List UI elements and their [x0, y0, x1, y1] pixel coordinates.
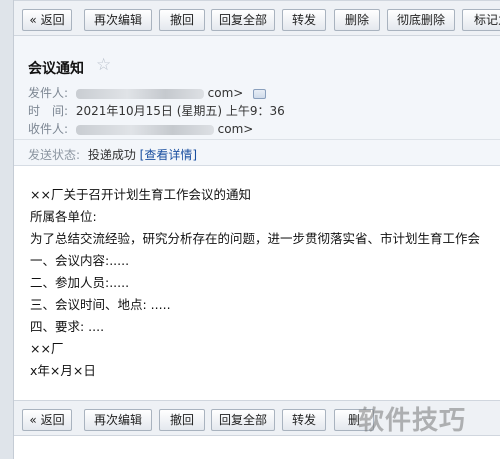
recipient-row: 收件人: com> [28, 120, 253, 137]
bottom-forward-button[interactable]: 转发 [282, 409, 326, 431]
body-line: ××厂关于召开计划生育工作会议的通知 [30, 187, 251, 202]
time-label: 时 间: [28, 104, 69, 118]
watermark-text: 软件技巧 [358, 406, 467, 436]
sender-label: 发件人: [28, 86, 69, 100]
delete-button[interactable]: 删除 [334, 9, 380, 31]
status-row: 发送状态: 投递成功 [查看详情] [28, 146, 197, 163]
body-line: 为了总结交流经验，研究分析存在的问题，进一步贯彻落实省、市计划生育工作会 [30, 231, 481, 246]
body-line: x年×月×日 [30, 363, 96, 378]
mail-header: 会议通知 ☆ 发件人: com> 时 间: 2021年10月15日 (星期五) … [14, 36, 500, 166]
body-line: 所属各单位: [30, 209, 97, 224]
left-rail [0, 0, 14, 459]
recall-button[interactable]: 撤回 [159, 9, 205, 31]
star-icon[interactable]: ☆ [96, 55, 111, 75]
sender-address-suffix[interactable]: com> [208, 86, 244, 100]
body-line: 一、会议内容:..... [30, 253, 130, 268]
bottom-back-button[interactable]: « 返回 [22, 409, 72, 431]
sender-row: 发件人: com> [28, 84, 267, 101]
recipient-address-redacted [75, 124, 214, 135]
bottom-recall-button[interactable]: 撤回 [159, 409, 205, 431]
mail-subject: 会议通知 [28, 61, 84, 77]
recipient-address-suffix[interactable]: com> [218, 122, 254, 136]
top-toolbar: « 返回 再次编辑 撤回 回复全部 转发 删除 彻底删除 标记为 [14, 0, 500, 36]
status-label: 发送状态: [28, 148, 81, 162]
body-line: ××厂 [30, 341, 64, 356]
mail-body: ××厂关于召开计划生育工作会议的通知 所属各单位: 为了总结交流经验，研究分析存… [30, 184, 500, 382]
body-line: 四、要求: .... [30, 319, 105, 334]
delete-permanently-button[interactable]: 彻底删除 [387, 9, 455, 31]
time-row: 时 间: 2021年10月15日 (星期五) 上午9：36 [28, 102, 285, 119]
status-value: 投递成功 [87, 148, 136, 162]
time-value: 2021年10月15日 (星期五) 上午9：36 [75, 104, 285, 118]
mark-as-button[interactable]: 标记为 [462, 9, 500, 31]
forward-button[interactable]: 转发 [282, 9, 326, 31]
back-button[interactable]: « 返回 [22, 9, 72, 31]
sender-address-redacted [75, 88, 204, 99]
contact-card-icon[interactable] [253, 88, 267, 99]
bottom-edit-again-button[interactable]: 再次编辑 [84, 409, 152, 431]
bottom-reply-all-button[interactable]: 回复全部 [211, 409, 275, 431]
body-line: 二、参加人员:..... [30, 275, 130, 290]
edit-again-button[interactable]: 再次编辑 [84, 9, 152, 31]
view-details-link[interactable]: [查看详情] [140, 148, 197, 162]
header-divider [14, 139, 500, 140]
body-line: 三、会议时间、地点: ..... [30, 297, 171, 312]
recipient-label: 收件人: [28, 122, 69, 136]
reply-all-button[interactable]: 回复全部 [211, 9, 275, 31]
